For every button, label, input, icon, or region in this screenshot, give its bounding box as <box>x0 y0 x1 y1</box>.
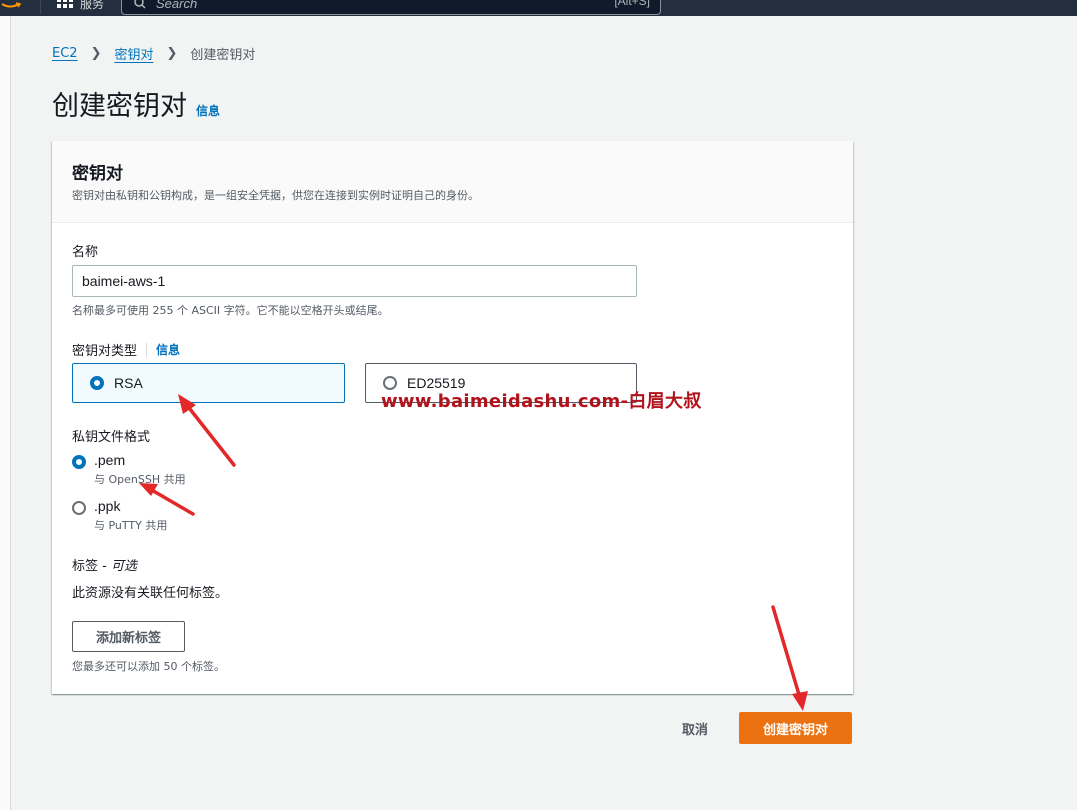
add-new-tag-button[interactable]: 添加新标签 <box>72 621 185 652</box>
tags-limit-hint: 您最多还可以添加 50 个标签。 <box>72 660 225 673</box>
chevron-right-icon: ❯ <box>90 46 102 61</box>
radio-unselected-icon[interactable] <box>72 501 86 515</box>
breadcrumb: EC2 ❯ 密钥对 ❯ 创建密钥对 <box>52 44 255 63</box>
key-type-option-label: RSA <box>114 375 143 391</box>
search-shortcut-hint: [Alt+S] <box>614 0 650 8</box>
tags-label-text: 标签 - <box>72 559 111 574</box>
label-divider <box>146 342 148 357</box>
services-grid-icon[interactable] <box>57 0 73 12</box>
search-icon <box>134 0 146 9</box>
key-type-label-row: 密钥对类型 信息 <box>72 340 180 359</box>
key-pair-name-input[interactable] <box>72 265 637 297</box>
file-format-option-pem[interactable]: .pem 与 OpenSSH 共用 <box>72 452 186 487</box>
page-info-link[interactable]: 信息 <box>196 102 220 119</box>
file-format-option-description: 与 OpenSSH 共用 <box>94 473 186 486</box>
topbar-divider <box>40 0 41 14</box>
file-format-option-label: .ppk <box>94 498 121 514</box>
top-navigation-bar: 服务 [Alt+S] <box>0 0 1077 16</box>
key-type-info-link[interactable]: 信息 <box>156 341 180 358</box>
file-format-option-label: .pem <box>94 452 126 468</box>
radio-selected-icon[interactable] <box>72 455 86 469</box>
global-search[interactable]: [Alt+S] <box>121 0 661 15</box>
tags-optional-text: 可选 <box>110 559 137 574</box>
page-header: 创建密钥对 信息 <box>52 84 220 123</box>
panel-header: 密钥对 密钥对由私钥和公钥构成，是一组安全凭据，供您在连接到实例时证明自己的身份… <box>52 141 853 223</box>
key-type-label: 密钥对类型 <box>72 344 138 359</box>
search-input[interactable] <box>156 0 556 12</box>
key-type-option-rsa[interactable]: RSA <box>72 363 345 403</box>
file-format-label: 私钥文件格式 <box>72 430 151 445</box>
cancel-button[interactable]: 取消 <box>668 712 722 744</box>
radio-selected-icon[interactable] <box>90 376 104 390</box>
name-constraint-hint: 名称最多可使用 255 个 ASCII 字符。它不能以空格开头或结尾。 <box>72 304 389 317</box>
breadcrumb-key-pairs-link[interactable]: 密钥对 <box>114 44 153 63</box>
page-title: 创建密钥对 <box>52 91 187 122</box>
services-menu-label[interactable]: 服务 <box>80 0 104 12</box>
breadcrumb-ec2-link[interactable]: EC2 <box>52 46 78 61</box>
key-pair-form-panel: 密钥对 密钥对由私钥和公钥构成，是一组安全凭据，供您在连接到实例时证明自己的身份… <box>52 141 853 694</box>
tags-empty-text: 此资源没有关联任何标签。 <box>72 586 229 601</box>
aws-logo-icon[interactable] <box>0 0 22 10</box>
watermark-text: www.baimeidashu.com-白眉大叔 <box>381 391 702 412</box>
file-format-option-description: 与 PuTTY 共用 <box>94 519 168 532</box>
file-format-option-ppk[interactable]: .ppk 与 PuTTY 共用 <box>72 498 167 533</box>
tags-label: 标签 - 可选 <box>72 555 137 574</box>
side-navigation-collapsed[interactable] <box>0 16 11 810</box>
panel-title: 密钥对 <box>72 164 123 184</box>
name-label: 名称 <box>72 245 99 260</box>
panel-description: 密钥对由私钥和公钥构成，是一组安全凭据，供您在连接到实例时证明自己的身份。 <box>72 189 479 202</box>
breadcrumb-current: 创建密钥对 <box>190 48 256 63</box>
create-key-pair-button[interactable]: 创建密钥对 <box>739 712 852 744</box>
chevron-right-icon: ❯ <box>166 46 178 61</box>
